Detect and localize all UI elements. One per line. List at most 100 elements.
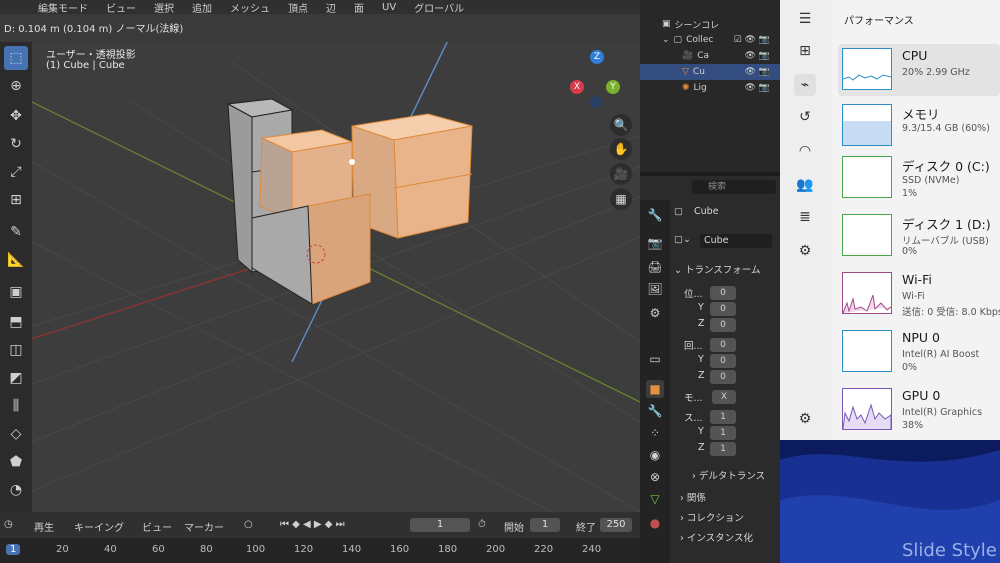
collections-panel[interactable]: › コレクション <box>680 510 744 526</box>
keying-menu[interactable]: キーイング <box>74 519 124 534</box>
zoom-icon[interactable]: 🔍 <box>610 114 632 136</box>
transform-icon[interactable]: ⊞ <box>4 188 28 212</box>
extrude-icon[interactable]: ⬒ <box>4 310 28 334</box>
rotation-z[interactable]: 0 <box>710 370 736 384</box>
perf-disk1[interactable]: ディスク 1 (D:) リムーバブル (USB) 0% <box>838 210 1000 262</box>
clock-icon[interactable]: ◷ <box>4 519 13 530</box>
menu-vertex[interactable]: 頂点 <box>288 0 308 15</box>
users-icon[interactable]: 👥 <box>794 174 816 196</box>
perf-disk0[interactable]: ディスク 0 (C:) SSD (NVMe) 1% <box>838 152 1000 204</box>
visibility-icons[interactable]: 👁 📷 <box>745 83 771 93</box>
annotate-icon[interactable]: ✎ <box>4 220 28 244</box>
menu-edge[interactable]: 辺 <box>326 0 336 15</box>
collection-tab-icon[interactable]: ▭ <box>646 350 664 368</box>
rotation-mode-select[interactable]: X <box>712 390 736 404</box>
knife-icon[interactable]: ◇ <box>4 422 28 446</box>
orientation-select[interactable]: グローバル <box>414 0 464 15</box>
view-layer-tab-icon[interactable]: 🖼 <box>646 280 664 298</box>
physics-tab-icon[interactable]: ◉ <box>646 446 664 464</box>
grid-icon[interactable]: ▦ <box>610 188 632 210</box>
frame-ruler[interactable]: 1 20 40 60 80 100 120 140 160 180 200 22… <box>0 538 640 563</box>
perf-cpu[interactable]: CPU 20% 2.99 GHz <box>838 44 1000 96</box>
location-x[interactable]: 0 <box>710 286 736 300</box>
inset-icon[interactable]: ◫ <box>4 338 28 362</box>
playback-controls[interactable]: ⏮ ◆ ◀ ▶ ◆ ⏭ <box>280 519 345 530</box>
object-tab-icon[interactable]: ■ <box>646 380 664 398</box>
bevel-icon[interactable]: ◩ <box>4 366 28 390</box>
menu-face[interactable]: 面 <box>354 0 364 15</box>
constraints-tab-icon[interactable]: ⊗ <box>646 468 664 486</box>
history-icon[interactable]: ↺ <box>794 106 816 128</box>
start-frame[interactable]: 1 <box>530 518 560 532</box>
search-input[interactable]: 検索 <box>692 180 776 194</box>
menu-select[interactable]: 選択 <box>154 0 174 15</box>
transform-header[interactable]: ⌄ トランスフォーム <box>674 262 761 278</box>
outliner-row-camera[interactable]: 🎥 Ca 👁 📷 <box>640 48 780 64</box>
data-tab-icon[interactable]: ▽ <box>646 490 664 508</box>
location-y[interactable]: 0 <box>710 302 736 316</box>
delta-transform-panel[interactable]: › デルタトランス <box>692 468 765 484</box>
menu-mesh[interactable]: メッシュ <box>230 0 270 15</box>
relations-panel[interactable]: › 関係 <box>680 490 706 506</box>
outliner-row-light[interactable]: ✺ Lig 👁 📷 <box>640 80 780 96</box>
spin-icon[interactable]: ◔ <box>4 478 28 502</box>
gizmo-x[interactable]: X <box>570 80 584 94</box>
hamburger-icon[interactable]: ☰ <box>794 8 816 30</box>
navigation-gizmo[interactable]: Z X Y <box>570 50 622 110</box>
scale-z[interactable]: 1 <box>710 442 736 456</box>
loop-cut-icon[interactable]: ⫼ <box>4 394 28 418</box>
playhead[interactable]: 1 <box>6 544 21 555</box>
marker-menu[interactable]: マーカー <box>184 519 224 534</box>
measure-icon[interactable]: 📐 <box>4 248 28 272</box>
outliner-row-cube[interactable]: ▽ Cu 👁 📷 <box>640 64 780 80</box>
outliner-row-collection[interactable]: ⌄ ▢ Collec ☑ 👁 📷 <box>640 32 780 48</box>
perf-wifi[interactable]: Wi-Fi Wi-Fi 送信: 0 受信: 8.0 Kbps <box>838 268 1000 320</box>
mesh-name[interactable]: Cube <box>700 234 772 248</box>
menu-add[interactable]: 追加 <box>192 0 212 15</box>
scene-collection[interactable]: ▣ シーンコレ <box>640 16 780 32</box>
output-tab-icon[interactable]: 🖨 <box>646 258 664 276</box>
details-icon[interactable]: ≣ <box>794 206 816 228</box>
location-z[interactable]: 0 <box>710 318 736 332</box>
gizmo-neg-z[interactable] <box>590 96 602 108</box>
scene-tab-icon[interactable]: ⚙ <box>646 304 664 322</box>
poly-build-icon[interactable]: ⬟ <box>4 450 28 474</box>
perf-memory[interactable]: メモリ 9.3/15.4 GB (60%) <box>838 100 1000 152</box>
cursor-icon[interactable]: ⊕ <box>4 74 28 98</box>
visibility-icons[interactable]: 👁 📷 <box>745 67 771 77</box>
end-frame[interactable]: 250 <box>600 518 632 532</box>
current-frame[interactable]: 1 <box>410 518 470 532</box>
scale-icon[interactable]: ⤢ <box>4 160 28 184</box>
visibility-icons[interactable]: ☑ 👁 📷 <box>734 35 770 45</box>
perf-gpu[interactable]: GPU 0 Intel(R) Graphics 38% <box>838 384 1000 436</box>
camera-icon[interactable]: 🎥 <box>610 163 632 185</box>
pan-icon[interactable]: ✋ <box>610 138 632 160</box>
render-tab-icon[interactable]: 📷 <box>646 234 664 252</box>
gizmo-y[interactable]: Y <box>606 80 620 94</box>
rotation-y[interactable]: 0 <box>710 354 736 368</box>
tool-tab-icon[interactable]: 🔧 <box>646 206 664 224</box>
mode-select[interactable]: 編集モード <box>38 0 88 15</box>
menu-uv[interactable]: UV <box>382 2 396 13</box>
playback-menu[interactable]: 再生 <box>34 519 54 534</box>
move-icon[interactable]: ✥ <box>4 104 28 128</box>
scale-x[interactable]: 1 <box>710 410 736 424</box>
startup-icon[interactable]: ◠ <box>794 140 816 162</box>
scale-y[interactable]: 1 <box>710 426 736 440</box>
select-box-icon[interactable]: ⬚ <box>4 46 28 70</box>
perf-npu[interactable]: NPU 0 Intel(R) AI Boost 0% <box>838 326 1000 378</box>
particles-tab-icon[interactable]: ⁘ <box>646 424 664 442</box>
material-tab-icon[interactable]: ● <box>646 514 664 532</box>
object-name[interactable]: Cube <box>694 206 719 217</box>
add-cube-icon[interactable]: ▣ <box>4 280 28 304</box>
3d-viewport[interactable]: ユーザー・透視投影 (1) Cube | Cube Z X Y 🔍 ✋ 🎥 ▦ <box>32 42 640 512</box>
instancing-panel[interactable]: › インスタンス化 <box>680 530 753 546</box>
record-icon[interactable]: ○ <box>244 519 253 530</box>
performance-icon[interactable]: ⌁ <box>794 74 816 96</box>
visibility-icons[interactable]: 👁 📷 <box>745 51 771 61</box>
menu-view[interactable]: ビュー <box>106 0 136 15</box>
processes-icon[interactable]: ⊞ <box>794 40 816 62</box>
mesh-select-icon[interactable]: ▢⌄ <box>674 234 691 245</box>
settings-icon[interactable]: ⚙ <box>794 408 816 430</box>
rotation-x[interactable]: 0 <box>710 338 736 352</box>
